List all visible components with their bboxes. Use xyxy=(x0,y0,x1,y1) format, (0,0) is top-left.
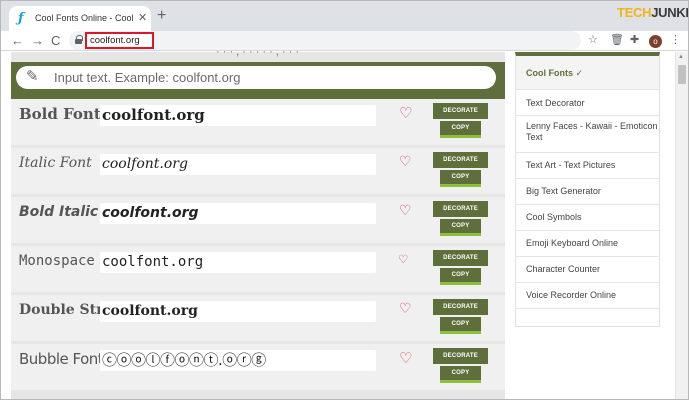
web-page: · · · , · · · · · , · · · ✎ Input text. … xyxy=(1,46,688,399)
search-input[interactable]: ✎ Input text. Example: coolfont.org xyxy=(16,66,496,89)
page-scrollbar[interactable]: ▲ xyxy=(675,52,688,399)
sidebar-item-text-art[interactable]: Text Art - Text Pictures xyxy=(516,153,659,179)
heart-icon[interactable]: ♡ xyxy=(399,301,412,318)
url-highlight-box: coolfont.org xyxy=(85,32,154,49)
heart-icon[interactable]: ♡ xyxy=(399,350,412,367)
browser-tab[interactable]: ƒ Cool Fonts Online - Cool Fancy S ✕ xyxy=(9,6,151,31)
scroll-thumb[interactable] xyxy=(678,65,686,84)
copy-button[interactable]: COPY xyxy=(440,170,481,187)
pencil-icon: ✎ xyxy=(26,68,39,85)
lock-icon xyxy=(75,35,83,44)
logo-part-junkie: JUNKIE xyxy=(651,5,689,20)
font-row-bubble: Bubble Font ⓒⓞⓞⓛⓕⓞⓝⓣ.ⓞⓡⓖ ♡ DECORATE COPY xyxy=(11,344,505,390)
scroll-up-icon[interactable]: ▲ xyxy=(678,54,684,61)
forward-icon[interactable]: → xyxy=(31,33,44,48)
copy-button[interactable]: COPY xyxy=(440,268,481,285)
decorate-button[interactable]: DECORATE xyxy=(433,152,488,168)
font-row-monospace: Monospace Font coolfont.org ♡ DECORATE C… xyxy=(11,246,505,292)
browser-window: ƒ Cool Fonts Online - Cool Fancy S ✕ + T… xyxy=(0,0,689,400)
sidebar-item-lenny-faces[interactable]: Lenny Faces - Kawaii - Emoticon Text xyxy=(516,116,659,153)
address-bar[interactable]: coolfont.org xyxy=(69,31,581,50)
sidebar-item-cool-fonts[interactable]: Cool Fonts ✓ xyxy=(516,56,659,90)
search-bar: ✎ Input text. Example: coolfont.org xyxy=(11,62,505,102)
sidebar-item-cool-symbols[interactable]: Cool Symbols xyxy=(516,205,659,231)
font-list-panel: · · · , · · · · · , · · · ✎ Input text. … xyxy=(11,46,505,399)
decorate-button[interactable]: DECORATE xyxy=(433,299,488,315)
font-preview[interactable]: ⓒⓞⓞⓛⓕⓞⓝⓣ.ⓞⓡⓖ xyxy=(100,350,376,371)
preview-text: coolfont.org xyxy=(102,156,188,172)
font-label: Bold Italic Font xyxy=(19,204,138,220)
heart-icon[interactable]: ♡ xyxy=(399,154,412,171)
decorate-button[interactable]: DECORATE xyxy=(433,348,488,364)
sidebar-item-big-text[interactable]: Big Text Generator xyxy=(516,179,659,205)
close-icon[interactable]: ✕ xyxy=(138,11,147,25)
tab-strip: ƒ Cool Fonts Online - Cool Fancy S ✕ + T… xyxy=(1,1,688,31)
preview-text: coolfont.org xyxy=(102,106,205,124)
font-row-bold: Bold Font coolfont.org ♡ DECORATE COPY xyxy=(11,99,505,145)
font-preview[interactable]: coolfont.org xyxy=(100,203,376,224)
preview-text: coolfont.org xyxy=(102,205,199,221)
sidebar-item-text-decorator[interactable]: Text Decorator xyxy=(516,90,659,116)
sidebar-item-voice-recorder[interactable]: Voice Recorder Online xyxy=(516,283,659,309)
copy-button[interactable]: COPY xyxy=(440,219,481,236)
font-preview[interactable]: coolfont.org xyxy=(100,105,376,126)
copy-button[interactable]: COPY xyxy=(440,121,481,138)
font-preview[interactable]: coolfont.org xyxy=(100,252,376,273)
avatar[interactable]: o xyxy=(649,35,662,48)
browser-toolbar: ← → C coolfont.org ☆ 🗑 ✚ o ⋮ xyxy=(1,31,688,51)
font-row-italic: Italic Font coolfont.org ♡ DECORATE COPY xyxy=(11,148,505,194)
puzzle-icon[interactable]: ✚ xyxy=(630,34,639,47)
font-label: Italic Font xyxy=(19,155,92,171)
font-label: Double Struck Font xyxy=(19,302,172,318)
url-text[interactable]: coolfont.org xyxy=(90,35,140,47)
tab-title: Cool Fonts Online - Cool Fancy S xyxy=(35,13,135,23)
menu-icon[interactable]: ⋮ xyxy=(670,34,681,47)
heart-icon[interactable]: ♡ xyxy=(399,252,407,269)
font-label: Monospace Font xyxy=(19,253,138,269)
new-tab-icon[interactable]: + xyxy=(157,8,166,24)
sidebar-menu: Cool Fonts ✓ Text Decorator Lenny Faces … xyxy=(515,52,660,327)
preview-text: coolfont.org xyxy=(102,303,198,319)
star-icon[interactable]: ☆ xyxy=(588,34,598,47)
font-label: Bold Font xyxy=(19,105,101,123)
reload-icon[interactable]: C xyxy=(51,33,60,48)
copy-button[interactable]: COPY xyxy=(440,366,481,383)
heart-icon[interactable]: ♡ xyxy=(399,105,412,122)
font-preview[interactable]: coolfont.org xyxy=(100,301,376,322)
preview-text: coolfont.org xyxy=(102,254,204,270)
back-icon[interactable]: ← xyxy=(11,33,24,48)
heart-icon[interactable]: ♡ xyxy=(399,203,412,220)
logo-part-tech: TECH xyxy=(617,5,652,20)
techjunkie-logo: TECHJUNKIE xyxy=(617,5,689,20)
extension-icon[interactable]: 🗑 xyxy=(610,34,624,47)
sidebar-item-emoji-keyboard[interactable]: Emoji Keyboard Online xyxy=(516,231,659,257)
decorate-button[interactable]: DECORATE xyxy=(433,250,488,266)
decorate-button[interactable]: DECORATE xyxy=(433,103,488,119)
copy-button[interactable]: COPY xyxy=(440,317,481,334)
font-preview[interactable]: coolfont.org xyxy=(100,154,376,175)
font-label: Bubble Font xyxy=(19,350,104,368)
preview-text: ⓒⓞⓞⓛⓕⓞⓝⓣ.ⓞⓡⓖ xyxy=(102,351,266,369)
cut-off-text: · · · , · · · · · , · · · xyxy=(216,46,300,58)
sidebar-item-character-counter[interactable]: Character Counter xyxy=(516,257,659,283)
font-row-bold-italic: Bold Italic Font coolfont.org ♡ DECORATE… xyxy=(11,197,505,243)
font-row-double-struck: Double Struck Font coolfont.org ♡ DECORA… xyxy=(11,295,505,341)
favicon-icon: ƒ xyxy=(18,11,24,26)
decorate-button[interactable]: DECORATE xyxy=(433,201,488,217)
search-placeholder: Input text. Example: coolfont.org xyxy=(54,70,241,85)
